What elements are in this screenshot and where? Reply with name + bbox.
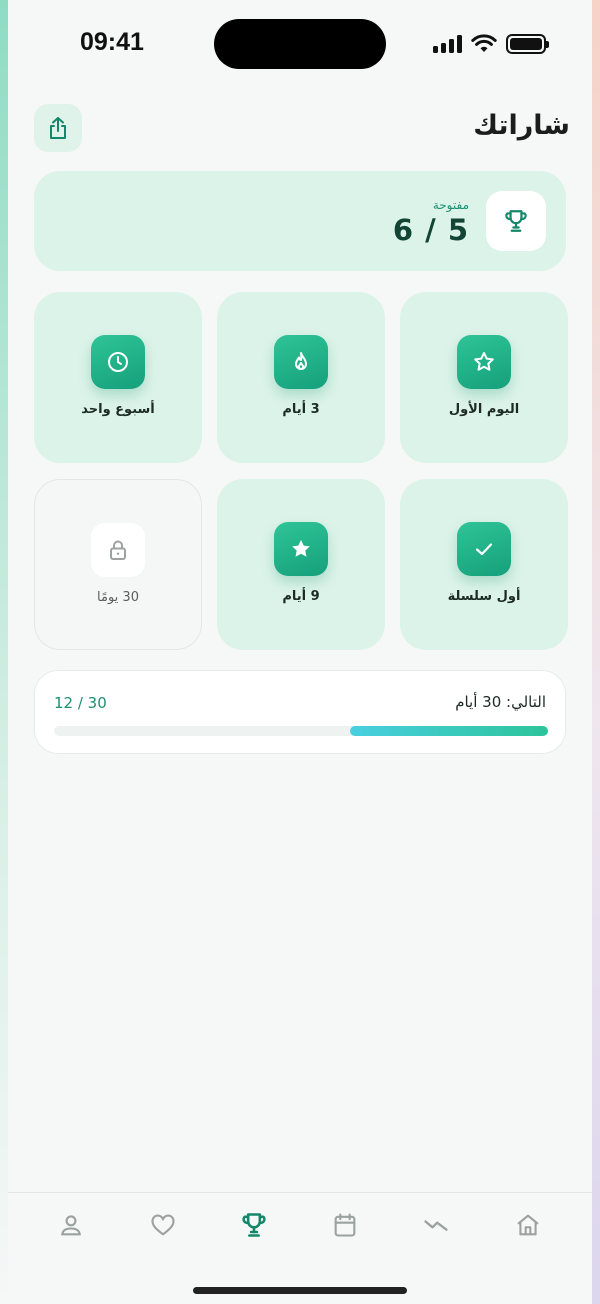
heart-icon [151, 1214, 175, 1236]
progress-count: 12 / 30 [54, 694, 107, 712]
app-screen: 09:41 شاراتك مفتوحة 6 / 5 اليوم الأول 3 … [8, 0, 592, 1304]
badge-9-days[interactable]: 9 أيام [217, 479, 385, 650]
flame-icon [295, 352, 307, 370]
check-icon [475, 543, 493, 556]
badge-icon-box [91, 523, 145, 577]
profile-icon [61, 1215, 81, 1236]
status-icons [433, 34, 549, 54]
badges-summary-card: مفتوحة 6 / 5 [34, 171, 566, 271]
share-icon [50, 117, 66, 139]
badge-label: 3 أيام [282, 402, 320, 417]
star-filled-icon [292, 540, 310, 557]
tab-home[interactable] [508, 1209, 548, 1241]
badge-first-day[interactable]: اليوم الأول [400, 292, 568, 463]
badge-label: أول سلسلة [447, 589, 521, 604]
badge-first-streak[interactable]: أول سلسلة [400, 479, 568, 650]
signal-icon [433, 35, 462, 53]
share-button[interactable] [34, 104, 82, 152]
home-icon [517, 1214, 539, 1236]
badge-label: 30 يومًا [97, 590, 139, 605]
calendar-icon [334, 1213, 356, 1237]
trophy-icon-box [486, 191, 546, 251]
tab-badges[interactable] [234, 1209, 274, 1241]
dynamic-island [214, 19, 386, 69]
right-edge-accent [592, 0, 600, 1304]
home-indicator [193, 1287, 407, 1294]
progress-track [54, 726, 548, 736]
badge-label: اليوم الأول [448, 402, 520, 417]
trend-icon [424, 1220, 448, 1231]
progress-fill [350, 726, 548, 736]
trophy-icon [505, 210, 527, 232]
battery-icon [506, 34, 549, 54]
lock-icon [110, 540, 126, 560]
tab-trends[interactable] [416, 1209, 456, 1241]
page-title: شاراتك [473, 110, 570, 141]
unlocked-count: 6 / 5 [392, 213, 469, 247]
badge-icon-box [457, 335, 511, 389]
star-outline-icon [474, 352, 494, 371]
next-badge-progress-card: التالي: 30 أيام 12 / 30 [34, 670, 566, 754]
badge-icon-box [91, 335, 145, 389]
left-edge-accent [0, 0, 8, 1304]
badge-3-days[interactable]: 3 أيام [217, 292, 385, 463]
tab-profile[interactable] [51, 1209, 91, 1241]
status-bar: 09:41 [8, 0, 592, 90]
badge-icon-box [274, 522, 328, 576]
clock-icon [108, 352, 128, 372]
badge-30-days-locked[interactable]: 30 يومًا [34, 479, 202, 650]
tab-bar [8, 1192, 592, 1304]
wifi-icon [471, 34, 497, 52]
trophy-icon [242, 1213, 266, 1237]
tab-favorites[interactable] [143, 1209, 183, 1241]
badge-one-week[interactable]: أسبوع واحد [34, 292, 202, 463]
tab-calendar[interactable] [325, 1209, 365, 1241]
badge-icon-box [457, 522, 511, 576]
badge-icon-box [274, 335, 328, 389]
badge-label: 9 أيام [282, 589, 320, 604]
unlocked-label: مفتوحة [432, 198, 469, 212]
badge-label: أسبوع واحد [81, 402, 155, 417]
status-time: 09:41 [80, 28, 144, 56]
next-badge-label: التالي: 30 أيام [455, 693, 546, 711]
